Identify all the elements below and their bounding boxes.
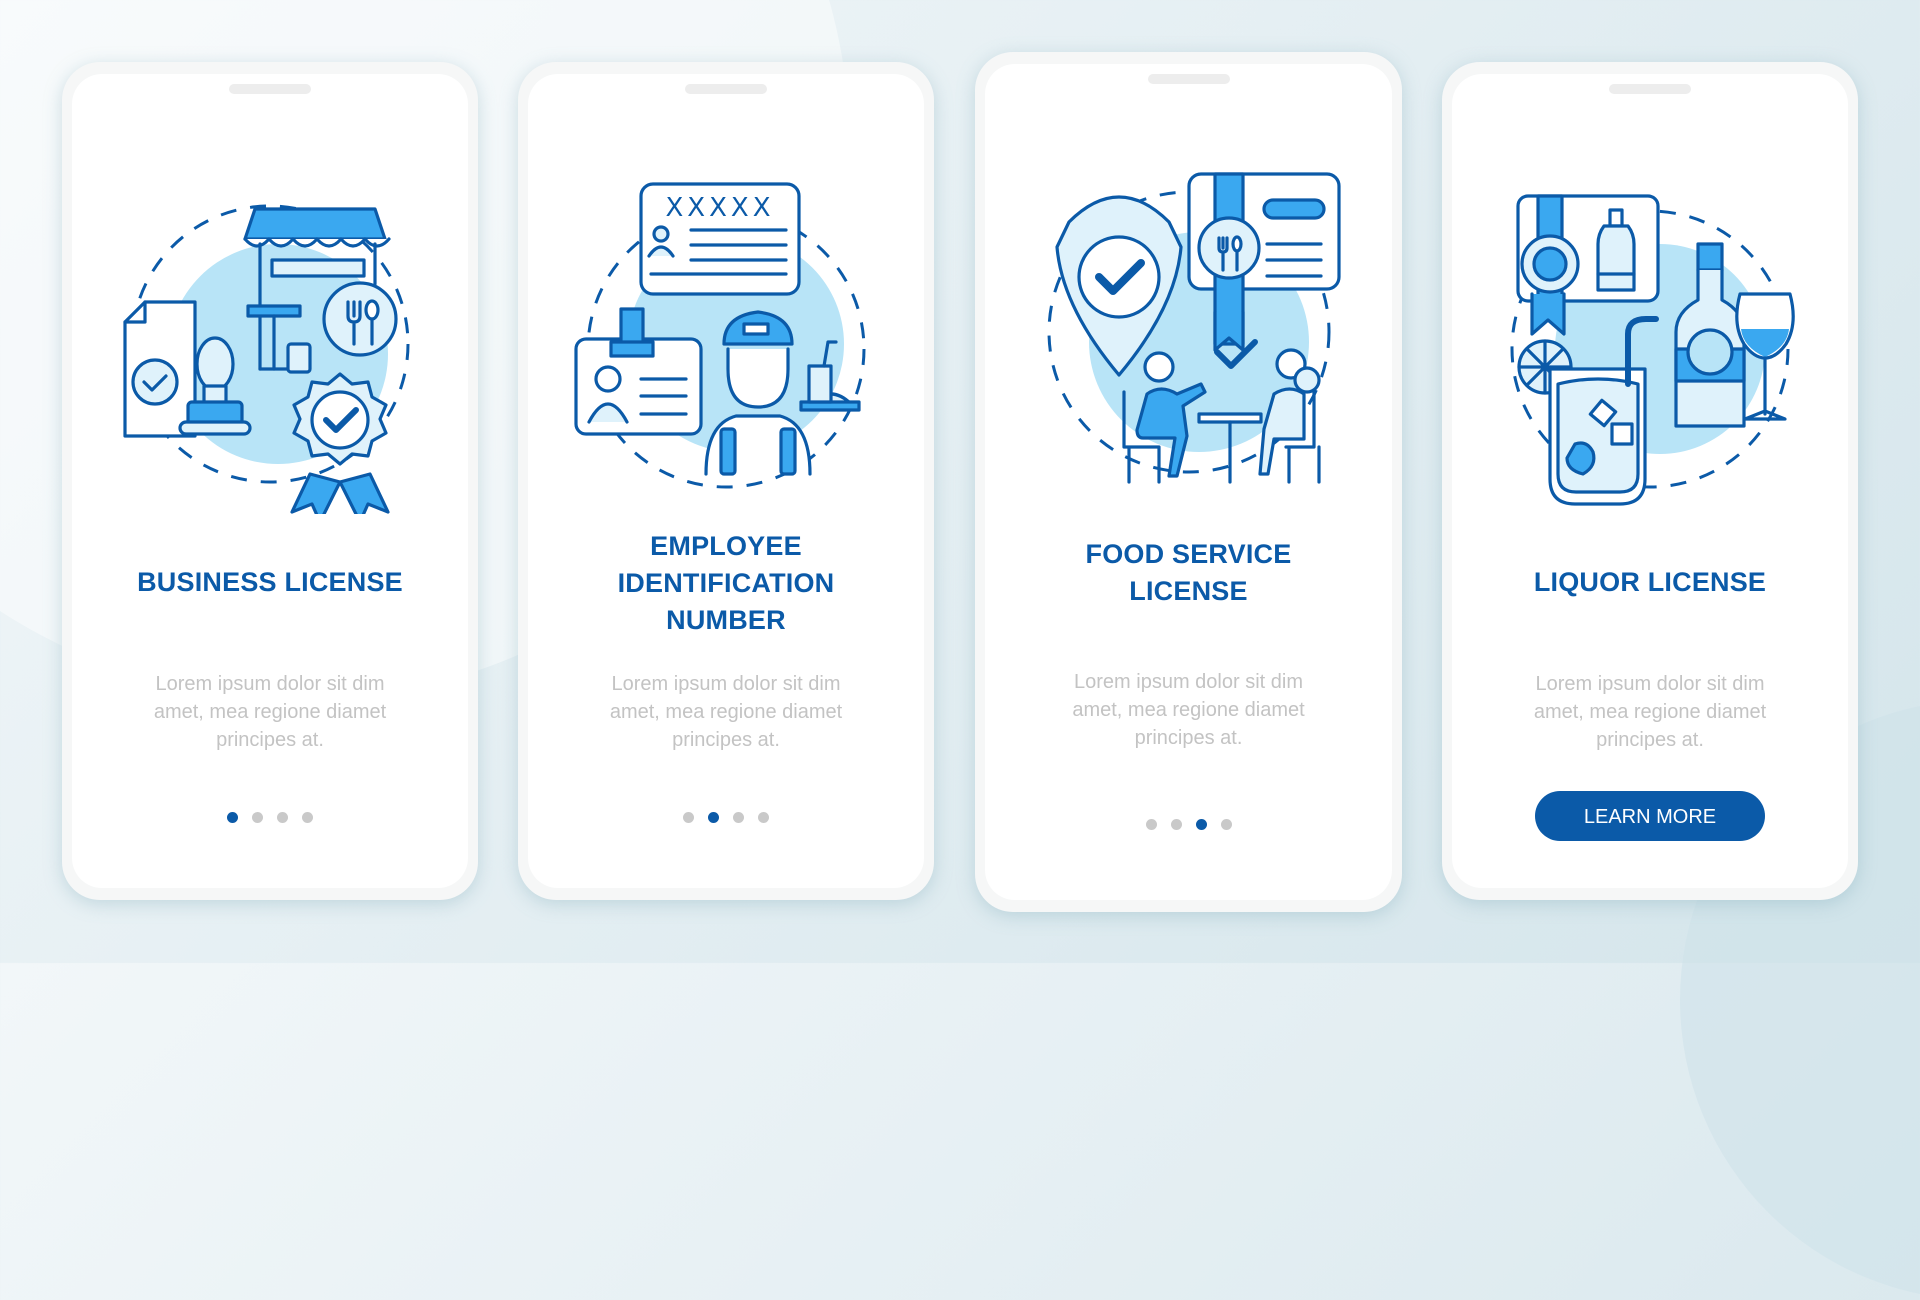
page-dot[interactable] [733,812,744,823]
phone-screen: XXXXX EMPLOYEE IDENTIFICATION NUMBER Lor… [528,74,924,888]
title-line: BUSINESS LICENSE [137,567,403,597]
title-line: FOOD SERVICE [1085,539,1292,569]
phone-screen: BUSINESS LICENSE Lorem ipsum dolor sit d… [72,74,468,888]
description-line: amet, mea regione diamet [153,701,387,723]
phone-notch [1147,74,1230,84]
business-license-illustration [123,204,410,514]
page-dot-active[interactable] [708,812,719,823]
description-line: Lorem ipsum dolor sit dim [1074,671,1303,693]
screen-title: BUSINESS LICENSE [72,564,468,601]
description-line: Lorem ipsum dolor sit dim [1535,673,1765,695]
description-line: amet, mea regione diamet [1072,699,1305,721]
description-line: principes at. [216,729,324,751]
page-dot[interactable] [1220,819,1232,830]
food-service-license-illustration [1047,172,1341,484]
id-card-code: XXXXX [665,193,774,223]
description-line: principes at. [1134,727,1243,749]
onboarding-screen-employee-id: XXXXX EMPLOYEE IDENTIFICATION NUMBER Lor… [518,62,934,900]
phone-screen: FOOD SERVICE LICENSE Lorem ipsum dolor s… [985,64,1392,900]
onboarding-screen-liquor-license: LIQUOR LICENSE Lorem ipsum dolor sit dim… [1442,62,1858,900]
page-indicator [72,812,468,823]
title-line: NUMBER [666,605,786,635]
screen-description: Lorem ipsum dolor sit dim amet, mea regi… [985,668,1392,752]
title-line: IDENTIFICATION [617,568,835,598]
screen-description: Lorem ipsum dolor sit dim amet, mea regi… [72,670,468,754]
phone-notch [1609,84,1691,94]
liquor-license-illustration [1510,194,1795,506]
title-line: LICENSE [1129,576,1248,606]
screen-title: LIQUOR LICENSE [1452,564,1848,601]
description-line: principes at. [1596,729,1704,751]
onboarding-screen-business-license: BUSINESS LICENSE Lorem ipsum dolor sit d… [62,62,478,900]
screen-title: FOOD SERVICE LICENSE [985,536,1392,610]
title-line: EMPLOYEE [650,531,802,561]
page-dot[interactable] [758,812,769,823]
document-check-icon [123,300,197,438]
phone-notch [229,84,311,94]
fork-spoon-badge-icon [322,281,398,357]
description-line: principes at. [672,729,780,751]
screen-description: Lorem ipsum dolor sit dim amet, mea regi… [528,670,924,754]
description-line: amet, mea regione diamet [609,701,843,723]
employee-id-illustration: XXXXX [574,182,866,489]
page-dot[interactable] [302,812,313,823]
page-dot[interactable] [277,812,288,823]
page-dot[interactable] [683,812,694,823]
page-indicator [985,819,1392,830]
onboarding-screen-food-service-license: FOOD SERVICE LICENSE Lorem ipsum dolor s… [975,52,1402,912]
page-dot-active[interactable] [1195,819,1207,830]
id-document-icon: XXXXX [639,182,801,296]
description-line: Lorem ipsum dolor sit dim [155,673,385,695]
page-dot[interactable] [1145,819,1157,830]
screen-title: EMPLOYEE IDENTIFICATION NUMBER [528,528,924,639]
phone-notch [685,84,767,94]
screen-description: Lorem ipsum dolor sit dim amet, mea regi… [1452,670,1848,754]
phone-screen: LIQUOR LICENSE Lorem ipsum dolor sit dim… [1452,74,1848,888]
page-dot-active[interactable] [227,812,238,823]
page-dot[interactable] [1170,819,1182,830]
description-line: amet, mea regione diamet [1533,701,1767,723]
learn-more-button[interactable]: LEARN MORE [1535,791,1765,841]
page-indicator [528,812,924,823]
page-dot[interactable] [252,812,263,823]
description-line: Lorem ipsum dolor sit dim [611,673,841,695]
title-line: LIQUOR LICENSE [1533,567,1767,597]
